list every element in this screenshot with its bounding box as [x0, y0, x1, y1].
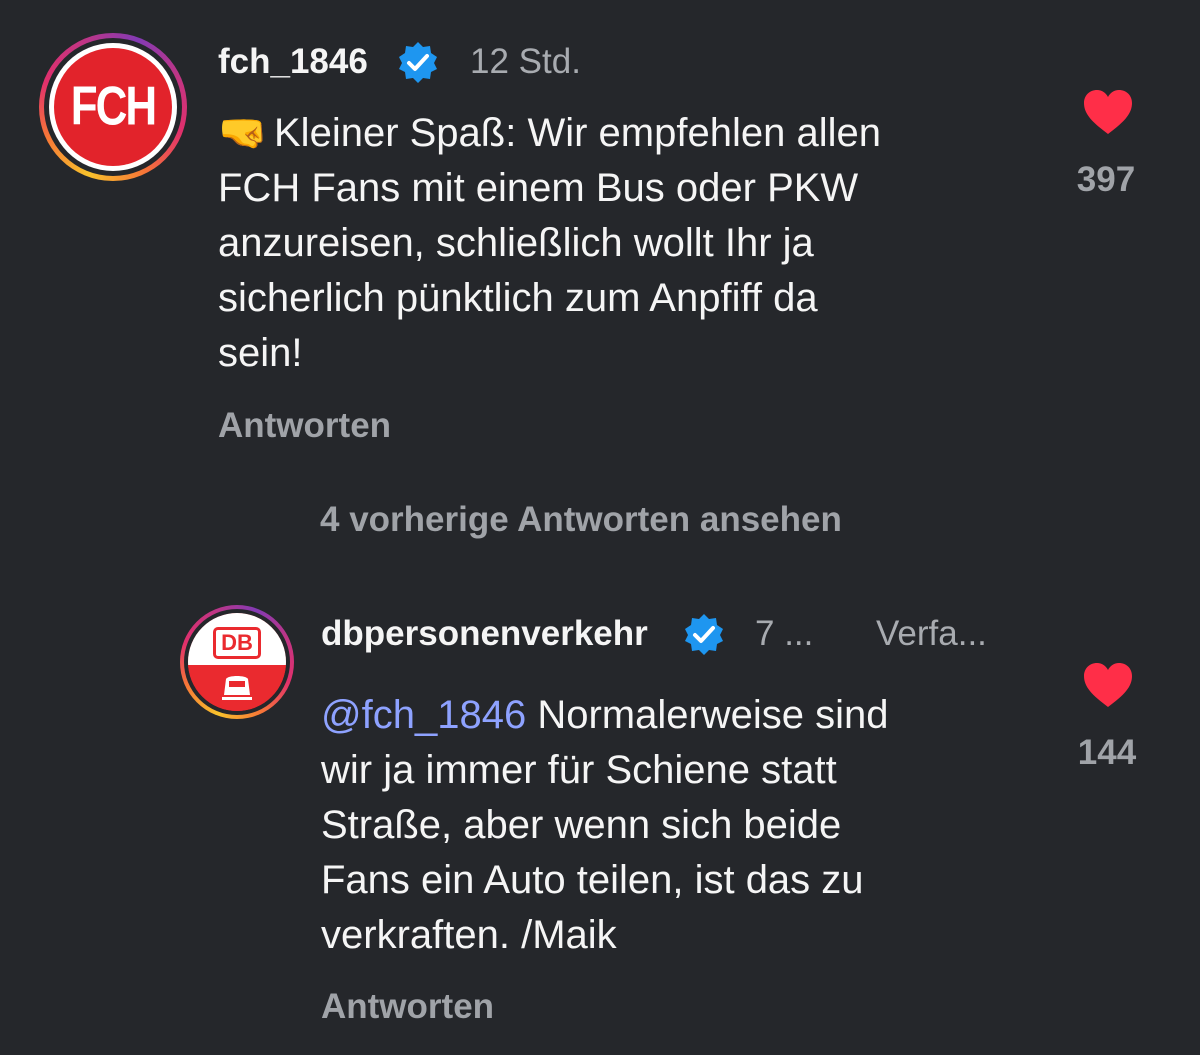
comment-thread: FCH fch_1846 12 Std. 🤜 Kleiner Spaß: Wir … — [0, 0, 1200, 1055]
train-icon — [222, 676, 252, 700]
avatar-fch[interactable]: FCH — [39, 33, 187, 181]
fch-logo-text: FCH — [70, 75, 157, 137]
fist-emoji: 🤜 — [218, 111, 268, 155]
verified-badge-icon — [399, 42, 437, 83]
reply-reply-button[interactable]: Antworten — [321, 987, 494, 1027]
reply-username[interactable]: dbpersonenverkehr — [321, 614, 648, 654]
mention-link[interactable]: @fch_1846 — [321, 693, 526, 737]
comment-reply-button[interactable]: Antworten — [218, 406, 391, 446]
heart-icon[interactable] — [1082, 88, 1134, 136]
db-logo-text: DB — [213, 627, 261, 659]
avatar-db[interactable]: DB — [180, 605, 294, 719]
reply-time: 7 ... — [755, 614, 814, 653]
heart-icon[interactable] — [1082, 661, 1134, 709]
verified-badge-icon — [685, 614, 723, 655]
reply-text: @fch_1846 Normalerweise sind wir ja imme… — [321, 693, 889, 957]
author-label: Verfa... — [876, 614, 987, 653]
reply-like-count: 144 — [1077, 733, 1137, 772]
view-previous-replies-button[interactable]: 4 vorherige Antworten ansehen — [320, 500, 842, 540]
comment-like-count: 397 — [1076, 160, 1136, 199]
comment-text: 🤜 Kleiner Spaß: Wir empfehlen allen FCH F… — [218, 106, 1038, 381]
comment-username[interactable]: fch_1846 — [218, 42, 368, 82]
comment-time: 12 Std. — [470, 42, 581, 81]
